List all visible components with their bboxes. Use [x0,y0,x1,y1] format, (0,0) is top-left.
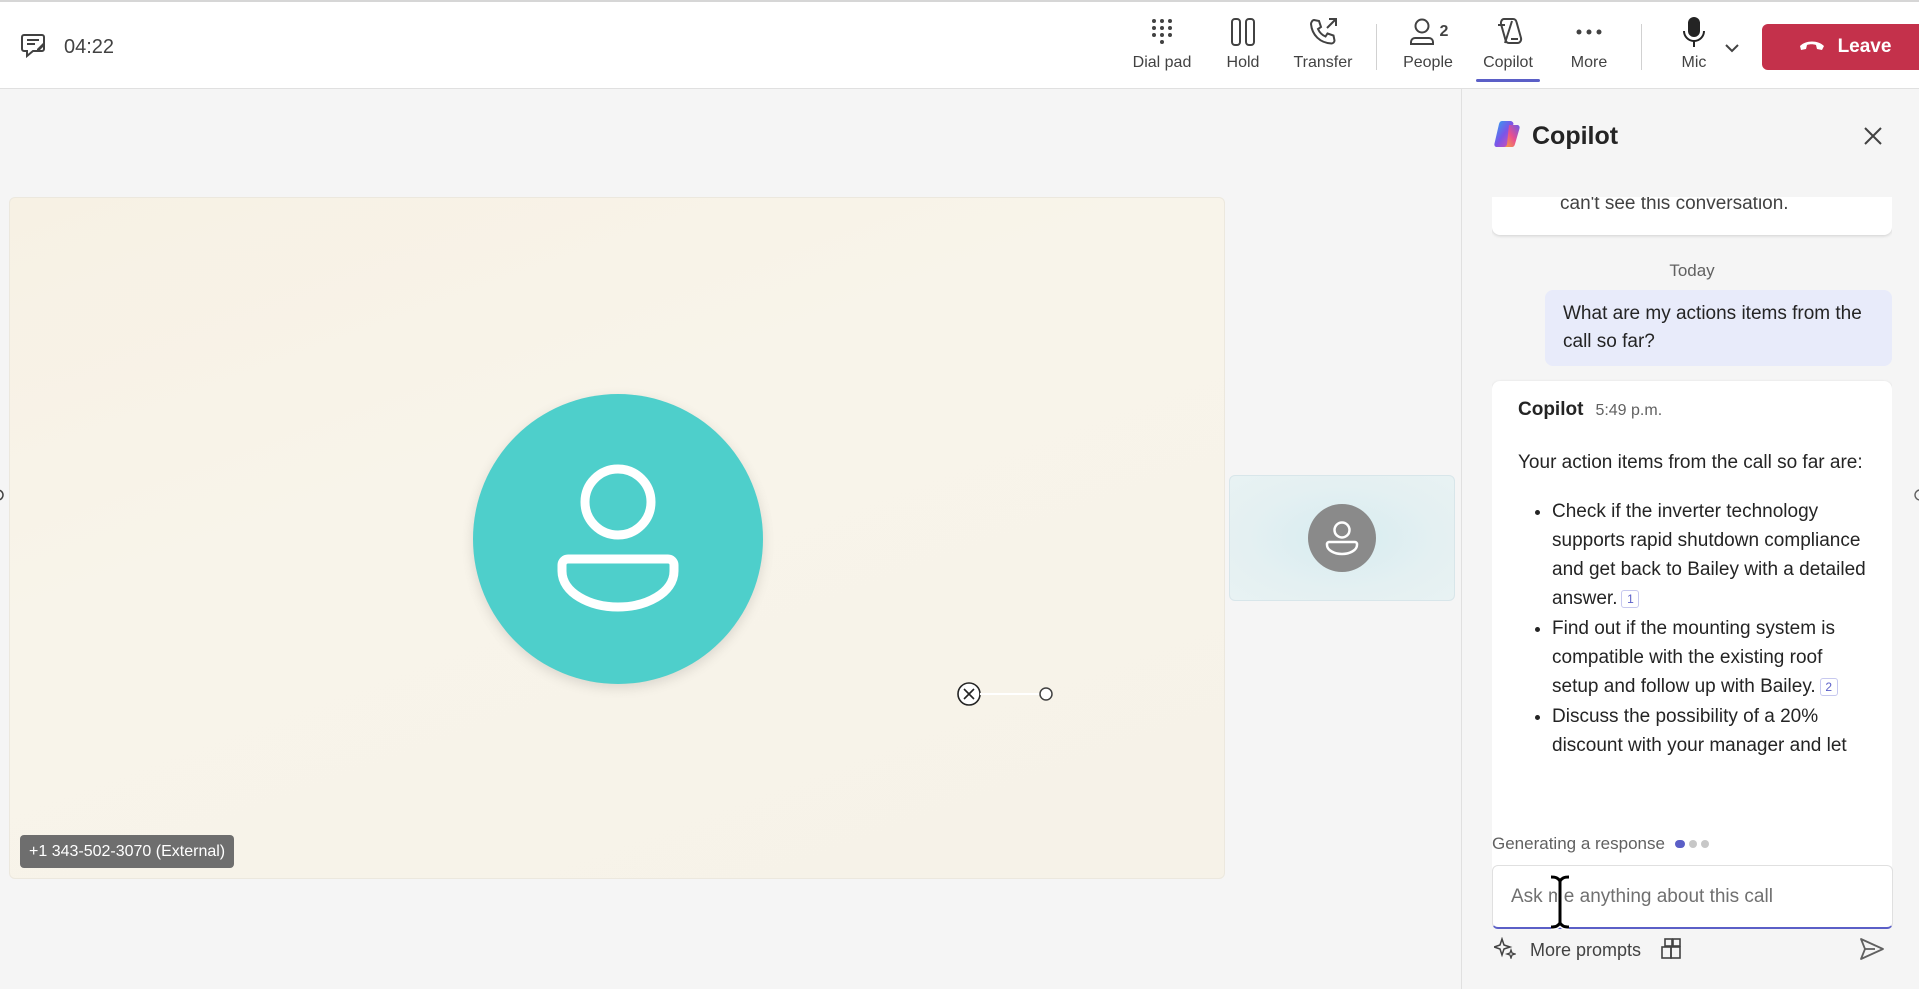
response-body: Your action items from the call so far a… [1518,449,1866,760]
list-item: Discuss the possibility of a 20% discoun… [1552,702,1866,760]
phone-transfer-icon [1307,14,1339,50]
microphone-icon [1682,14,1706,50]
hold-button[interactable]: Hold [1203,14,1283,80]
citation-badge[interactable]: 1 [1621,589,1640,608]
active-tab-indicator [1476,79,1540,82]
people-label: People [1403,54,1453,71]
prior-message-card: can't see this conversation. [1492,197,1892,235]
copilot-button[interactable]: Copilot [1468,14,1548,82]
participant-video-tile[interactable]: +1 343-502-3070 (External) [9,197,1225,879]
pointer-cursor-widget [957,682,1057,706]
response-sender: Copilot [1518,399,1584,420]
people-button[interactable]: 2 People [1388,14,1468,80]
call-info: 04:22 [20,32,114,63]
dial-pad-icon [1149,14,1175,50]
self-video-tile[interactable] [1229,475,1455,601]
action-item-text: Discuss the possibility of a 20% discoun… [1552,706,1847,756]
mic-button[interactable]: Mic [1654,14,1734,80]
generating-status: Generating a response [1492,834,1709,854]
hold-label: Hold [1226,54,1260,71]
more-button[interactable]: More [1549,14,1629,80]
leave-button[interactable]: Leave [1762,24,1919,70]
more-label: More [1570,54,1608,71]
dial-pad-label: Dial pad [1132,54,1192,71]
call-toolbar: 04:22 Dial pad Hold Transfer 2 People Co… [0,0,1919,89]
copilot-panel-title: Copilot [1532,122,1619,150]
copilot-header: Copilot [1492,119,1618,154]
copilot-prompt-input[interactable] [1493,866,1892,927]
loading-dots-icon [1674,840,1709,848]
action-item-text: Find out if the mounting system is compa… [1552,618,1836,697]
prior-message-text: can't see this conversation. [1560,197,1789,214]
more-prompts-button[interactable]: More prompts [1491,936,1642,964]
leave-label: Leave [1837,36,1892,57]
sparkle-icon [1491,936,1518,964]
response-intro: Your action items from the call so far a… [1518,452,1863,473]
pause-icon [1229,14,1257,50]
user-message: What are my actions items from the call … [1545,290,1892,366]
day-separator: Today [1669,261,1715,280]
participant-name-tag: +1 343-502-3070 (External) [20,835,235,868]
response-header: Copilot 5:49 p.m. [1518,399,1866,421]
person-icon [1325,521,1359,556]
mic-options-chevron-down-icon[interactable] [1724,40,1740,58]
self-avatar [1308,504,1376,572]
transfer-button[interactable]: Transfer [1283,14,1363,80]
transfer-label: Transfer [1293,54,1353,71]
send-icon[interactable] [1859,937,1885,966]
action-items-list: Check if the inverter technology support… [1518,497,1866,760]
apps-grid-icon[interactable] [1660,937,1684,966]
action-item-text: Check if the inverter technology support… [1552,501,1866,609]
more-prompts-label: More prompts [1530,940,1642,960]
generating-status-text: Generating a response [1492,834,1665,853]
person-icon [557,464,679,612]
hang-up-icon [1798,36,1826,58]
participant-avatar [473,394,763,684]
people-count: 2 [1439,23,1449,40]
resize-handle-icon[interactable] [0,488,8,502]
citation-badge[interactable]: 2 [1819,677,1838,696]
close-icon[interactable] [1861,124,1885,148]
copilot-icon [1492,14,1524,50]
dial-pad-button[interactable]: Dial pad [1122,14,1202,80]
copilot-logo-icon [1492,119,1522,154]
copilot-panel: Copilot can't see this conversation. Tod… [1461,89,1919,989]
copilot-chat-history[interactable]: can't see this conversation. Today What … [1492,197,1892,905]
list-item: Find out if the mounting system is compa… [1552,614,1866,701]
response-timestamp: 5:49 p.m. [1595,402,1663,419]
toolbar-divider [1376,24,1377,70]
copilot-response-card: Copilot 5:49 p.m. Your action items from… [1492,381,1892,905]
people-icon: 2 [1408,14,1449,50]
mic-label: Mic [1681,54,1707,71]
call-timer: 04:22 [64,36,115,58]
list-item: Check if the inverter technology support… [1552,497,1866,613]
copilot-label: Copilot [1483,54,1533,71]
meeting-chat-icon[interactable] [20,32,48,63]
panel-resize-handle-icon[interactable] [1913,488,1919,502]
compose-box[interactable] [1492,865,1893,930]
more-dots-icon [1575,14,1603,50]
toolbar-divider [1641,24,1642,70]
